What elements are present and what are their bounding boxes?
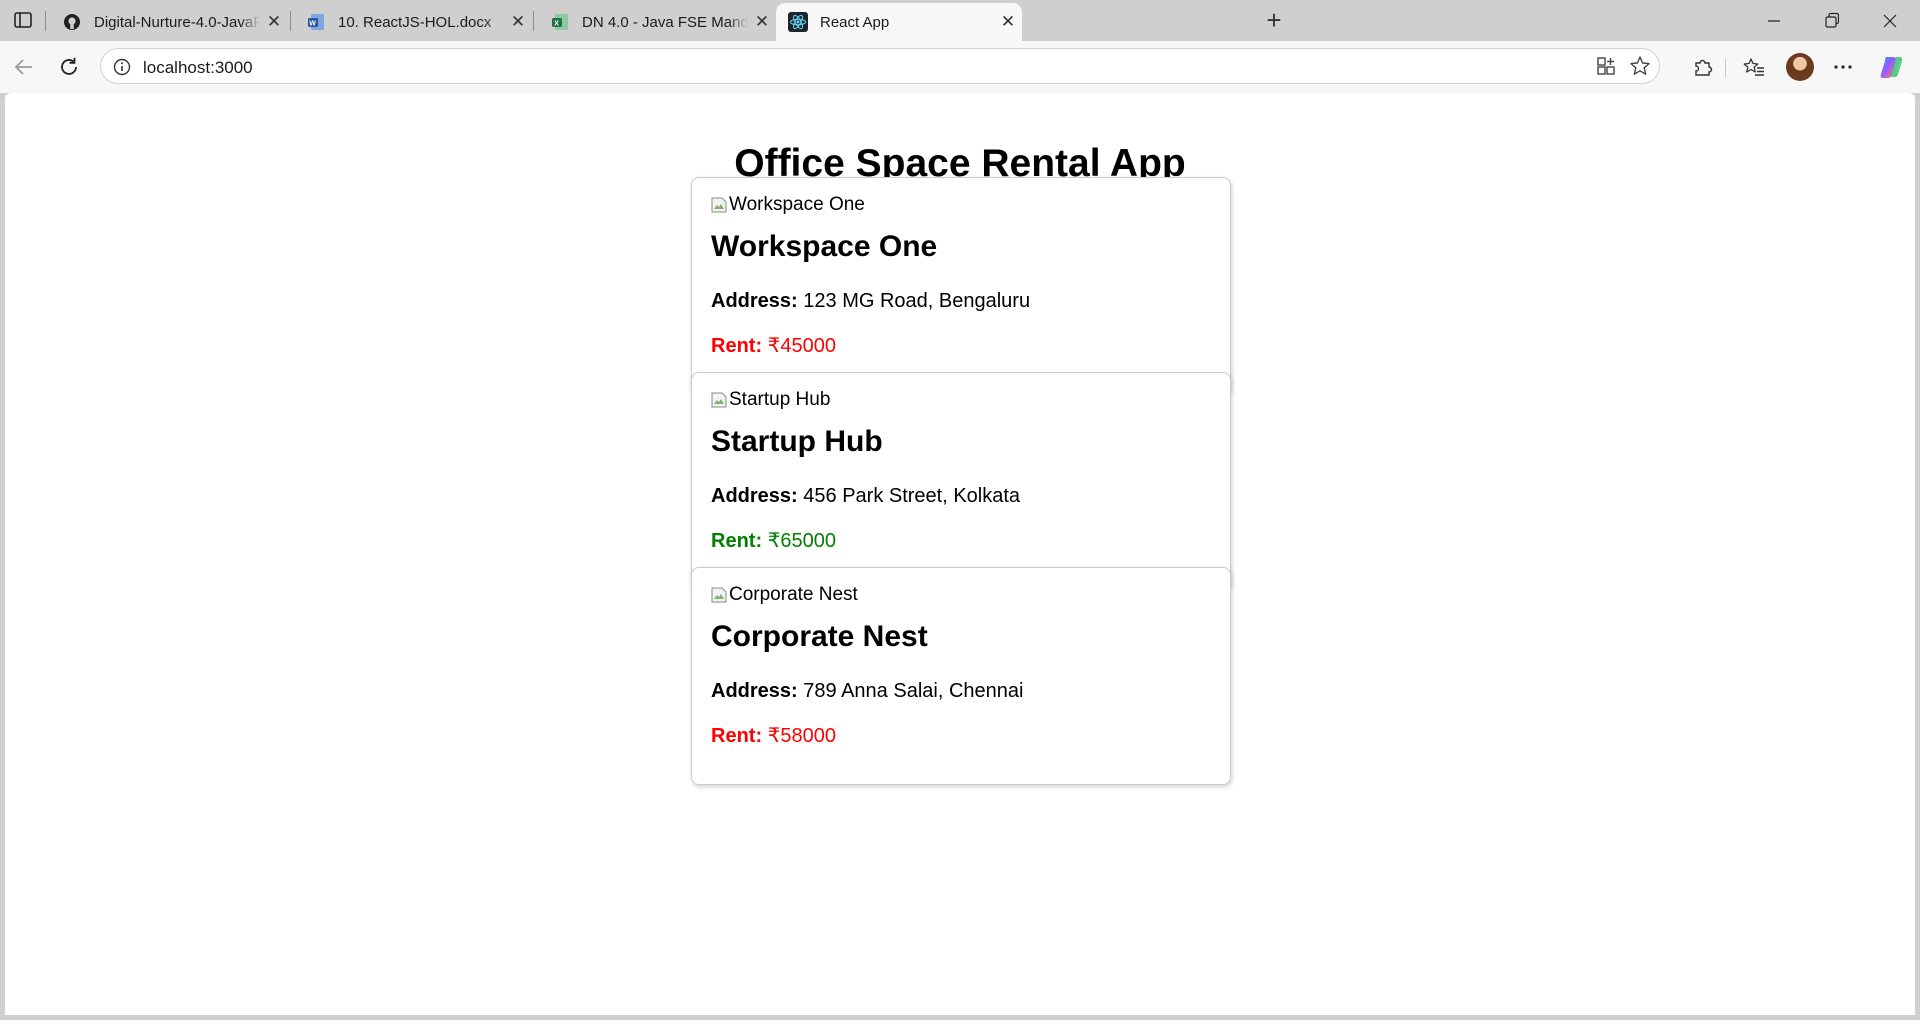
- page-viewport: Office Space Rental App Workspace One Wo…: [5, 93, 1915, 1015]
- broken-image-icon: [711, 197, 727, 213]
- broken-image-icon: [711, 392, 727, 408]
- office-address: Address: 456 Park Street, Kolkata: [711, 485, 1020, 508]
- rent-label: Rent:: [711, 530, 763, 552]
- browser-toolbar: localhost:3000: [0, 41, 1920, 93]
- react-icon: [788, 12, 808, 32]
- url-text[interactable]: localhost:3000: [143, 58, 253, 78]
- excel-icon: X: [550, 12, 570, 32]
- tab-word-doc[interactable]: W 10. ReactJS-HOL.docx ✕: [294, 3, 532, 41]
- github-icon: [62, 12, 82, 32]
- tab-react-app[interactable]: React App ✕: [776, 3, 1022, 41]
- tab-excel-sheet[interactable]: X DN 4.0 - Java FSE Mandatory hands ✕: [538, 3, 776, 41]
- favorite-star-icon[interactable]: [1627, 53, 1653, 79]
- restore-icon[interactable]: [1818, 8, 1846, 34]
- office-rent: Rent: ₹45000: [711, 333, 836, 358]
- close-tab-icon[interactable]: ✕: [748, 12, 776, 32]
- image-alt-text: Startup Hub: [729, 389, 831, 410]
- site-info-icon[interactable]: [113, 58, 131, 76]
- close-window-icon[interactable]: [1876, 8, 1904, 34]
- tab-github[interactable]: Digital-Nurture-4.0-JavaFSE/Java ✕: [50, 3, 288, 41]
- address-value: 789 Anna Salai, Chennai: [803, 680, 1024, 702]
- office-card: Corporate Nest Corporate Nest Address: 7…: [691, 567, 1231, 785]
- office-address: Address: 789 Anna Salai, Chennai: [711, 680, 1023, 703]
- office-card: Startup Hub Startup Hub Address: 456 Par…: [691, 372, 1231, 590]
- tab-title: Digital-Nurture-4.0-JavaFSE/Java: [94, 13, 260, 31]
- rent-value: ₹58000: [767, 725, 837, 747]
- rent-value: ₹45000: [767, 335, 837, 357]
- tab-strip: Digital-Nurture-4.0-JavaFSE/Java ✕ W 10.…: [0, 0, 1920, 41]
- address-label: Address:: [711, 485, 798, 507]
- svg-text:W: W: [309, 21, 316, 28]
- tab-separator: [533, 11, 534, 31]
- reload-icon[interactable]: [55, 53, 83, 81]
- word-icon: W: [306, 12, 326, 32]
- close-tab-icon[interactable]: ✕: [994, 12, 1022, 32]
- minimize-icon[interactable]: [1760, 8, 1788, 34]
- rent-value: ₹65000: [767, 530, 837, 552]
- tab-title: DN 4.0 - Java FSE Mandatory hands: [582, 13, 748, 31]
- tab-title: 10. ReactJS-HOL.docx: [338, 13, 492, 31]
- office-name: Corporate Nest: [711, 620, 928, 653]
- extensions-puzzle-icon[interactable]: [1690, 54, 1716, 80]
- address-label: Address:: [711, 680, 798, 702]
- favorites-list-icon[interactable]: [1741, 54, 1767, 80]
- rent-label: Rent:: [711, 335, 763, 357]
- more-options-icon[interactable]: [1830, 54, 1856, 80]
- close-tab-icon[interactable]: ✕: [504, 12, 532, 32]
- address-label: Address:: [711, 290, 798, 312]
- sidebar-toggle-icon[interactable]: [13, 10, 33, 30]
- tab-separator: [290, 11, 291, 31]
- office-rent: Rent: ₹65000: [711, 528, 836, 553]
- image-alt-text: Corporate Nest: [729, 584, 858, 605]
- office-rent: Rent: ₹58000: [711, 723, 836, 748]
- back-arrow-icon[interactable]: [10, 53, 38, 81]
- office-image: Corporate Nest: [711, 584, 858, 606]
- address-bar[interactable]: localhost:3000: [100, 48, 1660, 84]
- office-name: Workspace One: [711, 230, 938, 263]
- image-alt-text: Workspace One: [729, 194, 865, 215]
- office-card: Workspace One Workspace One Address: 123…: [691, 177, 1231, 395]
- new-tab-plus-icon[interactable]: +: [1260, 7, 1288, 35]
- close-tab-icon[interactable]: ✕: [260, 12, 288, 32]
- profile-avatar[interactable]: [1786, 53, 1814, 81]
- rent-label: Rent:: [711, 725, 763, 747]
- tab-title: React App: [820, 13, 890, 31]
- office-address: Address: 123 MG Road, Bengaluru: [711, 290, 1030, 313]
- copilot-icon[interactable]: [1878, 54, 1904, 80]
- address-value: 456 Park Street, Kolkata: [803, 485, 1021, 507]
- svg-text:X: X: [554, 21, 559, 28]
- broken-image-icon: [711, 587, 727, 603]
- toolbar-separator: [1725, 59, 1726, 77]
- app-available-icon[interactable]: [1593, 53, 1619, 79]
- office-name: Startup Hub: [711, 425, 883, 458]
- address-value: 123 MG Road, Bengaluru: [803, 290, 1031, 312]
- tab-separator: [45, 11, 46, 31]
- office-image: Workspace One: [711, 194, 865, 216]
- office-image: Startup Hub: [711, 389, 830, 411]
